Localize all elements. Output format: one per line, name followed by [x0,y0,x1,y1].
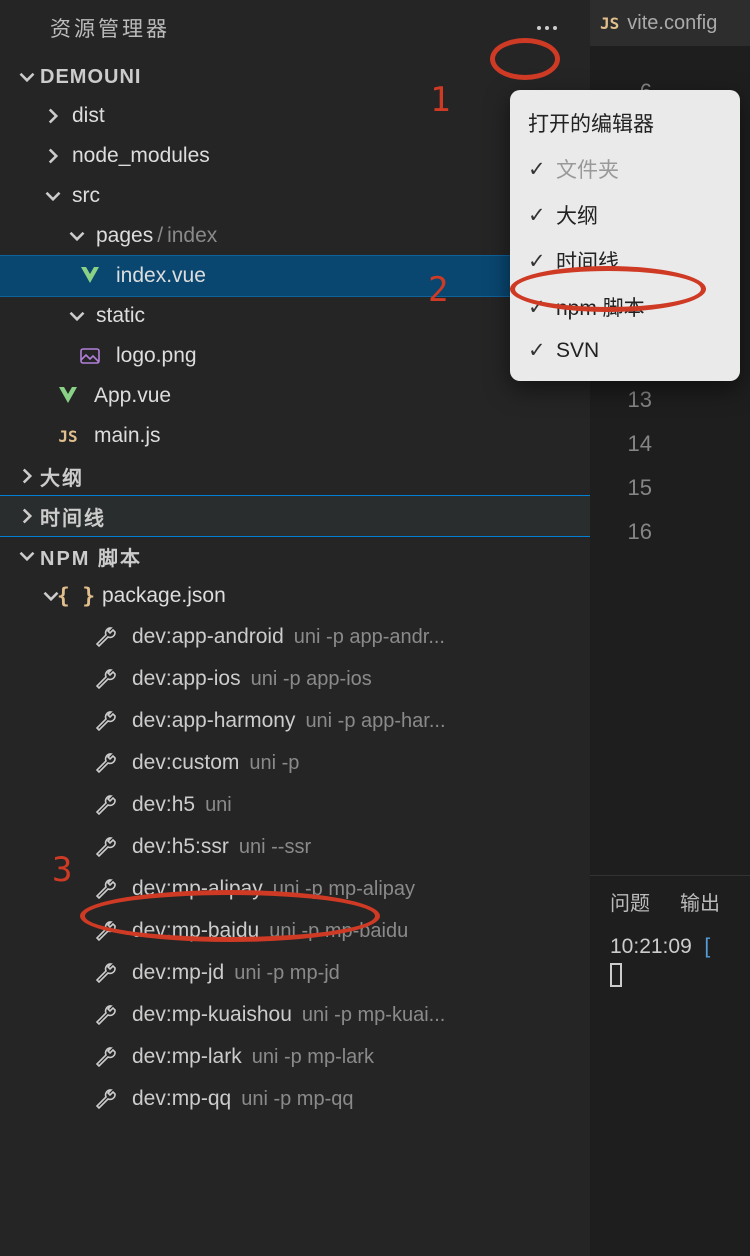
tree-folder-node-modules[interactable]: node_modules [0,136,590,176]
annotation-number-3: 3 [52,850,72,890]
wrench-icon [94,667,118,691]
menu-item-npm-scripts[interactable]: ✓ npm 脚本 [510,284,740,330]
check-icon: ✓ [528,338,556,363]
js-icon: JS [600,14,619,33]
timeline-panel-header[interactable]: 时间线 [0,496,590,536]
check-icon: ✓ [528,295,556,320]
script-row[interactable]: dev:mp-baiduuni -p mp-baidu [0,910,590,952]
ellipsis-icon [537,26,557,30]
npm-scripts-panel-header[interactable]: NPM 脚本 [0,536,590,576]
annotation-number-2: 2 [428,270,448,310]
tab-vite-config[interactable]: vite.config [627,12,717,35]
script-row[interactable]: dev:mp-kuaishouuni -p mp-kuai... [0,994,590,1036]
script-row[interactable]: dev:app-androiduni -p app-andr... [0,616,590,658]
tab-bar: JS vite.config [590,0,750,46]
vue-icon [78,264,102,288]
script-row[interactable]: dev:mp-larkuni -p mp-lark [0,1036,590,1078]
wrench-icon [94,1003,118,1027]
tree-file-app-vue[interactable]: App.vue [0,376,590,416]
check-icon: ✓ [528,249,556,274]
tree-file-index-vue[interactable]: index.vue [0,256,590,296]
tree-file-logo-png[interactable]: logo.png [0,336,590,376]
project-header[interactable]: DEMOUNI [0,58,590,96]
chevron-right-icon [40,143,66,169]
panel-tabs: 问题 输出 [590,876,750,926]
chevron-down-icon [40,183,66,209]
tree-folder-static[interactable]: static [0,296,590,336]
tree-folder-pages-index[interactable]: pages/index [0,216,590,256]
tree-file-main-js[interactable]: JS main.js [0,416,590,456]
vue-icon [56,384,80,408]
menu-header: 打开的编辑器 [510,100,740,146]
script-row[interactable]: dev:mp-jduni -p mp-jd [0,952,590,994]
wrench-icon [94,835,118,859]
check-icon: ✓ [528,157,556,182]
braces-icon: { } [64,584,88,608]
wrench-icon [94,793,118,817]
chevron-down-icon [64,223,90,249]
script-row[interactable]: dev:app-iosuni -p app-ios [0,658,590,700]
wrench-icon [94,877,118,901]
chevron-right-icon [14,463,40,489]
chevron-down-icon [64,303,90,329]
menu-item-outline[interactable]: ✓ 大纲 [510,192,740,238]
chevron-down-icon [14,543,40,569]
outline-panel-header[interactable]: 大纲 [0,456,590,496]
script-row[interactable]: dev:h5:ssruni --ssr [0,826,590,868]
script-row[interactable]: dev:mp-alipayuni -p mp-alipay [0,868,590,910]
more-actions-button[interactable] [524,12,570,44]
cursor-icon [610,963,622,987]
project-name: DEMOUNI [40,66,141,89]
chevron-right-icon [14,503,40,529]
check-icon: ✓ [528,203,556,228]
tree-folder-dist[interactable]: dist [0,96,590,136]
menu-item-folder[interactable]: ✓ 文件夹 [510,146,740,192]
wrench-icon [94,1045,118,1069]
package-json-row[interactable]: { } package.json [0,576,590,616]
script-row[interactable]: dev:customuni -p [0,742,590,784]
chevron-right-icon [40,103,66,129]
wrench-icon [94,919,118,943]
tab-output[interactable]: 输出 [680,887,720,916]
explorer-context-menu: 打开的编辑器 ✓ 文件夹 ✓ 大纲 ✓ 时间线 ✓ npm 脚本 ✓ SVN [510,90,740,381]
explorer-sidebar: 资源管理器 DEMOUNI dist node_modules src page… [0,0,590,1256]
wrench-icon [94,961,118,985]
wrench-icon [94,751,118,775]
script-row[interactable]: dev:app-harmonyuni -p app-har... [0,700,590,742]
image-icon [78,344,102,368]
chevron-down-icon [14,64,40,90]
wrench-icon [94,1087,118,1111]
annotation-number-1: 1 [430,80,450,120]
wrench-icon [94,709,118,733]
script-row[interactable]: dev:mp-qquni -p mp-qq [0,1078,590,1120]
wrench-icon [94,625,118,649]
explorer-title: 资源管理器 [50,13,170,43]
npm-scripts-list: dev:app-androiduni -p app-andr...dev:app… [0,616,590,1120]
explorer-header: 资源管理器 [0,0,590,58]
menu-item-svn[interactable]: ✓ SVN [510,330,740,371]
menu-item-timeline[interactable]: ✓ 时间线 [510,238,740,284]
file-tree: dist node_modules src pages/index index.… [0,96,590,456]
terminal-content[interactable]: 10:21:09 [ [590,926,750,995]
script-row[interactable]: dev:h5uni [0,784,590,826]
tree-folder-src[interactable]: src [0,176,590,216]
bottom-panel: 问题 输出 10:21:09 [ [590,875,750,1256]
tab-problems[interactable]: 问题 [610,887,650,916]
js-icon: JS [56,424,80,448]
